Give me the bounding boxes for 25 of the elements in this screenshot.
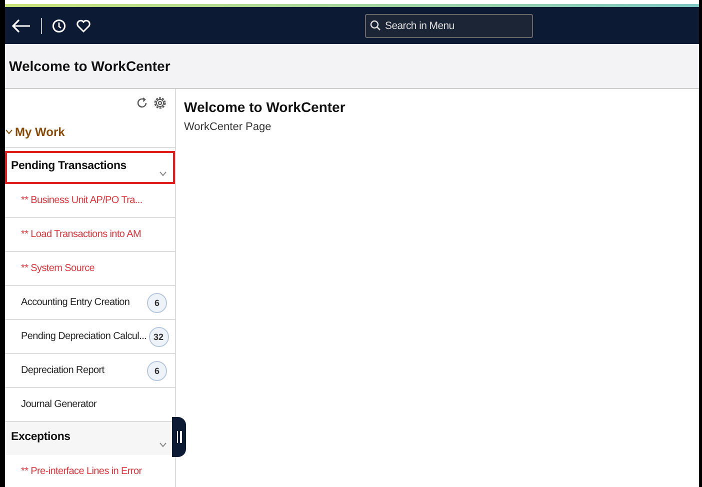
chevron-icon [5,129,13,135]
group-header[interactable]: My Work [5,117,175,148]
count-badge: 6 [147,360,167,380]
section-header[interactable]: Pending Transactions [5,151,175,184]
heart-icon[interactable] [76,18,91,32]
chevron-icon [159,171,167,177]
content-title: Welcome to WorkCenter [184,99,346,115]
refresh-icon[interactable] [136,97,148,109]
menu-item[interactable]: ** Load Transactions into AM [5,218,175,252]
menu-item[interactable]: Pending Depreciation Calcul... 32 [5,320,175,354]
collapse-handle[interactable] [172,417,186,457]
page-title: Welcome to WorkCenter [9,58,170,74]
count-badge: 32 [148,326,169,346]
clock-icon[interactable] [52,18,66,32]
section-header[interactable]: Exceptions [5,422,175,455]
chevron-icon [159,442,167,448]
menu-item[interactable]: Accounting Entry Creation 6 [5,286,175,320]
menu-item[interactable]: Depreciation Report 6 [5,354,175,388]
settings-icon[interactable] [153,96,167,110]
count-badge: 6 [147,292,167,312]
search-field[interactable]: Search in Menu [365,14,533,38]
back-icon[interactable] [11,18,31,34]
content-subtitle: WorkCenter Page [184,121,272,133]
menu-item[interactable]: ** Business Unit AP/PO Tra... [5,184,175,218]
menu-item[interactable]: ** System Source [5,252,175,286]
